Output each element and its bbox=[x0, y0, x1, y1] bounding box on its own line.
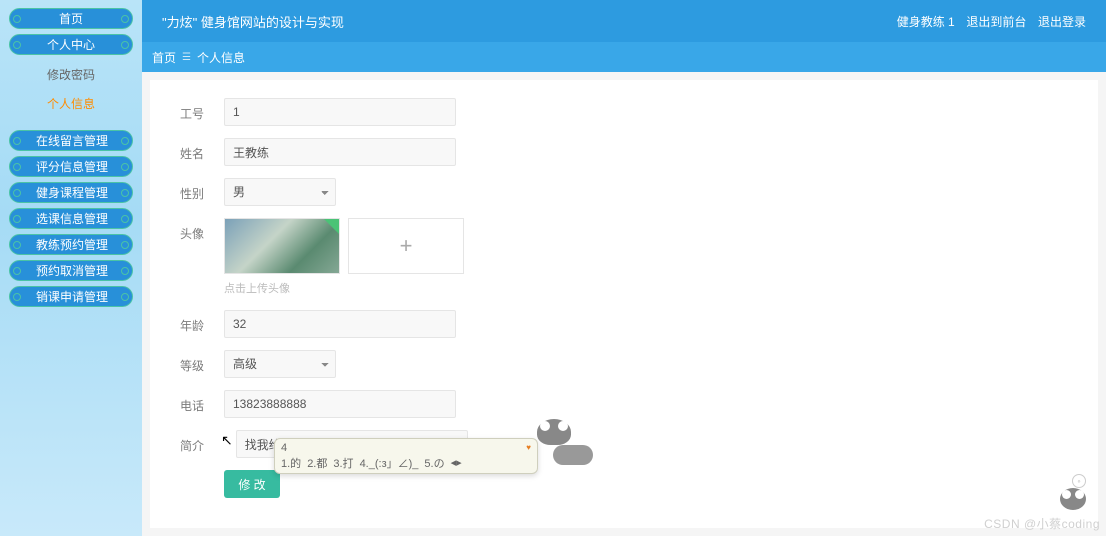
crumb-sep-icon: ☰ bbox=[182, 52, 191, 63]
select-level[interactable]: 高级 bbox=[224, 350, 336, 378]
topbar-right: 健身教练 1 退出到前台 退出登录 bbox=[889, 13, 1086, 30]
cursor-icon: ↖ bbox=[221, 432, 233, 449]
ime-nav-arrows[interactable]: ◂▸ bbox=[451, 456, 462, 469]
nav-enroll-mgmt[interactable]: 选课信息管理 bbox=[9, 208, 133, 229]
help-icon[interactable]: ◦ bbox=[1072, 474, 1086, 488]
user-role: 健身教练 1 bbox=[897, 15, 955, 29]
ime-cand-5[interactable]: 5.の bbox=[424, 455, 444, 471]
sub-personal-info[interactable]: 个人信息 bbox=[0, 89, 142, 118]
main-area: "力炫" 健身馆网站的设计与实现 健身教练 1 退出到前台 退出登录 首页 ☰ … bbox=[142, 0, 1106, 536]
label-level: 等级 bbox=[180, 350, 224, 374]
input-age[interactable] bbox=[224, 310, 456, 338]
ime-input-text: 4 bbox=[281, 442, 287, 454]
submit-button[interactable]: 修 改 bbox=[224, 470, 280, 498]
plus-icon: + bbox=[400, 233, 413, 259]
nav-coach-reserve-mgmt[interactable]: 教练预约管理 bbox=[9, 234, 133, 255]
ime-indicator-icon: ♥ bbox=[526, 443, 531, 452]
ime-mascot-icon bbox=[537, 419, 571, 445]
topbar: "力炫" 健身馆网站的设计与实现 健身教练 1 退出到前台 退出登录 bbox=[142, 0, 1106, 42]
label-id: 工号 bbox=[180, 98, 224, 122]
label-phone: 电话 bbox=[180, 390, 224, 414]
exit-to-front-link[interactable]: 退出到前台 bbox=[966, 15, 1026, 29]
sub-change-password[interactable]: 修改密码 bbox=[0, 60, 142, 89]
crumb-root[interactable]: 首页 bbox=[152, 49, 176, 66]
input-id[interactable] bbox=[224, 98, 456, 126]
ime-cand-4[interactable]: 4._(:з」∠)_ bbox=[360, 455, 419, 471]
nav-course-cancel-apply-mgmt[interactable]: 销课申请管理 bbox=[9, 286, 133, 307]
label-avatar: 头像 bbox=[180, 218, 224, 242]
avatar-preview[interactable] bbox=[224, 218, 340, 274]
app-title: "力炫" 健身馆网站的设计与实现 bbox=[162, 12, 344, 31]
nav-home[interactable]: 首页 bbox=[9, 8, 133, 29]
ime-mascot-body-icon bbox=[553, 445, 593, 465]
nav-message-mgmt[interactable]: 在线留言管理 bbox=[9, 130, 133, 151]
logout-link[interactable]: 退出登录 bbox=[1038, 15, 1086, 29]
ime-panel[interactable]: 4 ♥ 1.的 2.都 3.打 4._(:з」∠)_ 5.の ◂▸ bbox=[274, 438, 538, 474]
avatar-image bbox=[225, 218, 339, 274]
corner-mascot-icon bbox=[1052, 488, 1094, 518]
crumb-current: 个人信息 bbox=[197, 49, 245, 66]
input-phone[interactable] bbox=[224, 390, 456, 418]
label-name: 姓名 bbox=[180, 138, 224, 162]
nav-course-mgmt[interactable]: 健身课程管理 bbox=[9, 182, 133, 203]
label-intro: 简介 bbox=[180, 430, 224, 454]
avatar-upload-button[interactable]: + bbox=[348, 218, 464, 274]
ime-cand-2[interactable]: 2.都 bbox=[307, 455, 327, 471]
ime-cand-3[interactable]: 3.打 bbox=[333, 455, 353, 471]
ime-cand-1[interactable]: 1.的 bbox=[281, 455, 301, 471]
breadcrumb: 首页 ☰ 个人信息 bbox=[142, 42, 1106, 72]
nav-reserve-cancel-mgmt[interactable]: 预约取消管理 bbox=[9, 260, 133, 281]
form-panel: 工号 姓名 性别 男 头像 + 点击上传头像 年龄 bbox=[150, 80, 1098, 528]
label-age: 年龄 bbox=[180, 310, 224, 334]
input-name[interactable] bbox=[224, 138, 456, 166]
select-gender[interactable]: 男 bbox=[224, 178, 336, 206]
label-gender: 性别 bbox=[180, 178, 224, 202]
sidebar: 首页 个人中心 修改密码 个人信息 在线留言管理 评分信息管理 健身课程管理 选… bbox=[0, 0, 142, 536]
avatar-hint: 点击上传头像 bbox=[224, 280, 1098, 296]
nav-personal-center[interactable]: 个人中心 bbox=[9, 34, 133, 55]
nav-rating-mgmt[interactable]: 评分信息管理 bbox=[9, 156, 133, 177]
watermark-text: CSDN @小蔡coding bbox=[984, 515, 1100, 532]
